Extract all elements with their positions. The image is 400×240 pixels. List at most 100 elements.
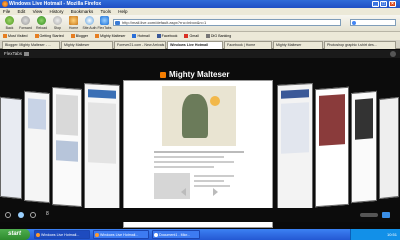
tab-forever21[interactable]: Forever21.com - New Arrivals [114,41,166,49]
tab-thumbnail[interactable] [379,96,399,200]
search-icon[interactable] [30,212,36,218]
thumbnail-content [88,89,116,99]
tab-facebook[interactable]: Facebook | Home [224,41,272,49]
thumbnail-content [355,98,373,140]
tab-count: 8 [46,211,49,217]
forward-label: Forward [19,26,32,30]
taskbar-item[interactable]: Windows Live Hotmail... [34,230,90,239]
tab-blogger[interactable]: Blogger: Mighty Malteser - ... [2,41,60,49]
flextabs-icon [100,16,109,25]
bookmark-item[interactable]: Facebook [156,34,177,39]
flextabs-bottom-toolbar: 8 [0,208,400,222]
system-tray: 10:51 [350,229,400,240]
menu-tools[interactable]: Tools [100,9,111,14]
stop-icon [53,16,62,25]
tab-thumbnail[interactable] [277,83,313,211]
zoom-slider[interactable] [360,213,378,217]
menu-history[interactable]: History [50,9,64,14]
blog-header-illustration [162,86,236,146]
bookmark-item[interactable]: Mighty Malteser [95,34,125,39]
bookmark-icon [3,34,7,39]
firefox-icon [2,1,8,7]
home-label: Home [68,26,79,30]
illustration-sun [210,96,220,106]
bookmark-item[interactable]: DIG Banking [205,34,231,39]
menu-file[interactable]: File [3,9,10,14]
navigation-toolbar: Back Forward Reload Stop Home Site Auth … [0,15,400,32]
tab-mighty-malteser[interactable]: Mighty Malteser [61,41,113,49]
site-auth-label: Site Auth [82,26,97,30]
tab-thumbnail[interactable] [24,90,50,204]
bookmark-item[interactable]: Most Visited [3,34,28,39]
flextabs-button[interactable]: FlexTabs [97,16,112,30]
menu-help[interactable]: Help [118,9,127,14]
taskbar-item[interactable]: Document1 - Micr... [152,230,200,239]
bookmark-item[interactable]: Gmail [184,34,199,39]
menu-edit[interactable]: Edit [18,9,26,14]
back-button[interactable]: Back [2,16,17,30]
bookmark-item[interactable]: Getting Started [34,34,64,39]
text-line [194,180,224,182]
previous-tab-arrow-icon[interactable] [181,188,186,196]
tab-thumbnail-selected[interactable] [123,80,273,228]
menu-bookmarks[interactable]: Bookmarks [71,9,94,14]
layout-toggle-icon[interactable] [382,212,390,218]
search-input[interactable] [350,19,396,26]
site-auth-button[interactable]: Site Auth [82,16,97,30]
text-line [154,156,224,158]
url-text: http://mail.live.com/default.aspx?rru=in… [122,20,207,25]
next-tab-arrow-icon[interactable] [213,188,218,196]
flextabs-header: FlexTabs [0,50,400,58]
blogger-icon [95,34,100,39]
flextabs-label: FlexTabs [97,26,112,30]
site-auth-icon [85,16,94,25]
forward-arrow-icon [21,16,30,25]
taskbar-item[interactable]: Windows Live Hotmail... [93,230,149,239]
thumbnail-content [28,98,46,130]
tab-thumbnail[interactable] [0,96,22,200]
menu-view[interactable]: View [33,9,43,14]
clock: 10:51 [386,232,397,237]
home-button[interactable]: Home [66,16,81,30]
stop-label: Stop [53,26,62,30]
text-line [154,161,234,163]
facebook-icon [156,34,161,39]
title-bar: Windows Live Hotmail - Mozilla Firefox _… [0,0,400,8]
close-button[interactable]: × [389,1,396,7]
site-favicon [115,21,120,25]
thumbnail-content [281,102,309,154]
back-label: Back [5,26,14,30]
tab-thumbnail[interactable] [351,90,377,204]
hotmail-icon [132,34,137,39]
forward-button[interactable]: Forward [18,16,33,30]
menu-bar: File Edit View History Bookmarks Tools H… [0,8,400,15]
gmail-icon [184,34,189,39]
tab-thumbnail[interactable] [84,83,120,211]
maximize-button[interactable]: □ [380,1,387,7]
home-icon [69,16,78,25]
tab-mighty-malteser-2[interactable]: Mighty Malteser [273,41,323,49]
thumbnail-content [281,89,309,99]
tab-thumbnail[interactable] [315,86,349,208]
illustration-figure [182,94,208,138]
firefox-icon [95,233,99,237]
tab-hotmail[interactable]: Windows Live Hotmail [167,41,223,49]
tab-thumbnail[interactable] [52,86,82,208]
tab-bar: Blogger: Mighty Malteser - ... Mighty Ma… [0,40,400,49]
bookmark-item[interactable]: Hotmail [132,34,150,39]
gear-icon[interactable] [5,212,11,218]
tab-photoshop[interactable]: Photoshop graphic t-shirt des... [324,41,396,49]
reload-button[interactable]: Reload [34,16,49,30]
minimize-button[interactable]: _ [372,1,379,7]
bookmark-item[interactable]: Blogger [70,34,88,39]
stop-button[interactable]: Stop [50,16,65,30]
globe-icon[interactable] [18,212,24,218]
close-flextabs-icon[interactable] [390,51,396,57]
firefox-icon [36,233,40,237]
reload-label: Reload [35,26,48,30]
thumbnail-content [88,102,116,164]
reload-icon [37,16,46,25]
bank-icon [205,34,210,39]
start-button[interactable]: start [0,229,30,240]
url-bar[interactable]: http://mail.live.com/default.aspx?rru=in… [113,19,341,26]
